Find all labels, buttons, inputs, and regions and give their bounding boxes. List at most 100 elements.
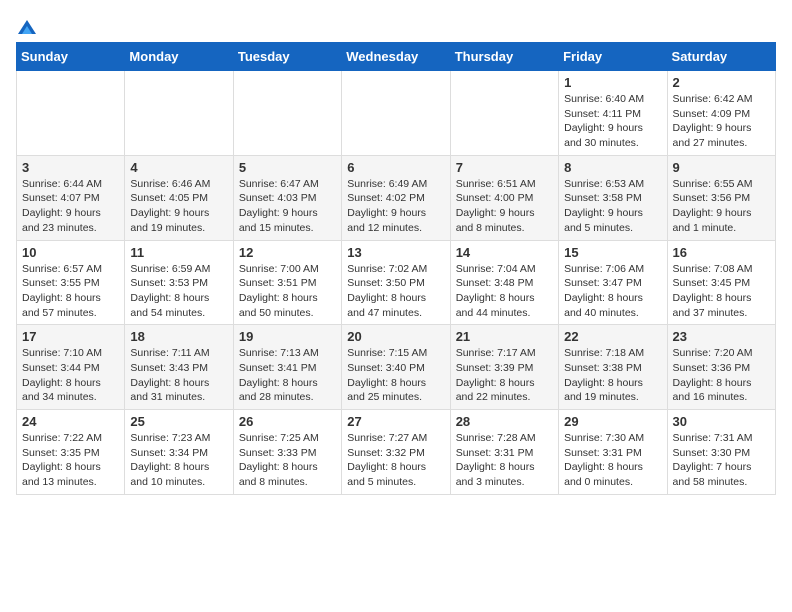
weekday-header-tuesday: Tuesday [233, 43, 341, 71]
calendar-week-5: 24 Sunrise: 7:22 AM Sunset: 3:35 PM Dayli… [17, 410, 776, 495]
calendar-day-13: 13Sunrise: 7:02 AM Sunset: 3:50 PM Dayli… [342, 240, 450, 325]
calendar-day-12: 12 Sunrise: 7:00 AM Sunset: 3:51 PM Dayli… [233, 240, 341, 325]
day-info: Sunrise: 6:40 AM Sunset: 4:11 PM Dayligh… [564, 92, 661, 151]
day-info: Sunrise: 6:49 AM Sunset: 4:02 PM Dayligh… [347, 177, 444, 236]
calendar-day-empty [450, 71, 558, 156]
weekday-header-wednesday: Wednesday [342, 43, 450, 71]
calendar-week-3: 10 Sunrise: 6:57 AM Sunset: 3:55 PM Dayli… [17, 240, 776, 325]
calendar-table: SundayMondayTuesdayWednesdayThursdayFrid… [16, 42, 776, 495]
day-info: Sunrise: 6:57 AM Sunset: 3:55 PM Dayligh… [22, 262, 119, 321]
day-number: 6 [347, 160, 444, 175]
day-info: Sunrise: 7:17 AM Sunset: 3:39 PM Dayligh… [456, 346, 553, 405]
calendar-day-7: 7 Sunrise: 6:51 AM Sunset: 4:00 PM Daylig… [450, 155, 558, 240]
day-info: Sunrise: 7:06 AM Sunset: 3:47 PM Dayligh… [564, 262, 661, 321]
calendar-day-3: 3 Sunrise: 6:44 AM Sunset: 4:07 PM Daylig… [17, 155, 125, 240]
day-info: Sunrise: 7:28 AM Sunset: 3:31 PM Dayligh… [456, 431, 553, 490]
calendar-day-25: 25Sunrise: 7:23 AM Sunset: 3:34 PM Dayli… [125, 410, 233, 495]
weekday-header-row: SundayMondayTuesdayWednesdayThursdayFrid… [17, 43, 776, 71]
day-info: Sunrise: 7:30 AM Sunset: 3:31 PM Dayligh… [564, 431, 661, 490]
day-number: 1 [564, 75, 661, 90]
calendar-day-5: 5Sunrise: 6:47 AM Sunset: 4:03 PM Daylig… [233, 155, 341, 240]
day-info: Sunrise: 7:20 AM Sunset: 3:36 PM Dayligh… [673, 346, 770, 405]
calendar-day-22: 22 Sunrise: 7:18 AM Sunset: 3:38 PM Dayli… [559, 325, 667, 410]
calendar-day-1: 1 Sunrise: 6:40 AM Sunset: 4:11 PM Daylig… [559, 71, 667, 156]
day-number: 8 [564, 160, 661, 175]
calendar-day-28: 28 Sunrise: 7:28 AM Sunset: 3:31 PM Dayli… [450, 410, 558, 495]
day-number: 23 [673, 329, 770, 344]
day-number: 24 [22, 414, 119, 429]
day-info: Sunrise: 7:31 AM Sunset: 3:30 PM Dayligh… [673, 431, 770, 490]
day-info: Sunrise: 6:44 AM Sunset: 4:07 PM Dayligh… [22, 177, 119, 236]
day-number: 21 [456, 329, 553, 344]
day-number: 29 [564, 414, 661, 429]
day-number: 15 [564, 245, 661, 260]
day-info: Sunrise: 7:10 AM Sunset: 3:44 PM Dayligh… [22, 346, 119, 405]
day-number: 25 [130, 414, 227, 429]
day-info: Sunrise: 7:25 AM Sunset: 3:33 PM Dayligh… [239, 431, 336, 490]
weekday-header-friday: Friday [559, 43, 667, 71]
calendar-day-18: 18Sunrise: 7:11 AM Sunset: 3:43 PM Dayli… [125, 325, 233, 410]
day-number: 30 [673, 414, 770, 429]
day-number: 17 [22, 329, 119, 344]
calendar-day-27: 27 Sunrise: 7:27 AM Sunset: 3:32 PM Dayli… [342, 410, 450, 495]
day-number: 14 [456, 245, 553, 260]
day-info: Sunrise: 7:13 AM Sunset: 3:41 PM Dayligh… [239, 346, 336, 405]
day-info: Sunrise: 6:51 AM Sunset: 4:00 PM Dayligh… [456, 177, 553, 236]
day-info: Sunrise: 7:00 AM Sunset: 3:51 PM Dayligh… [239, 262, 336, 321]
calendar-day-empty [125, 71, 233, 156]
day-number: 7 [456, 160, 553, 175]
weekday-header-thursday: Thursday [450, 43, 558, 71]
day-info: Sunrise: 7:04 AM Sunset: 3:48 PM Dayligh… [456, 262, 553, 321]
day-number: 26 [239, 414, 336, 429]
calendar-day-17: 17 Sunrise: 7:10 AM Sunset: 3:44 PM Dayli… [17, 325, 125, 410]
calendar-day-21: 21 Sunrise: 7:17 AM Sunset: 3:39 PM Dayli… [450, 325, 558, 410]
day-info: Sunrise: 6:55 AM Sunset: 3:56 PM Dayligh… [673, 177, 770, 236]
day-number: 5 [239, 160, 336, 175]
day-number: 12 [239, 245, 336, 260]
day-number: 4 [130, 160, 227, 175]
calendar-day-23: 23 Sunrise: 7:20 AM Sunset: 3:36 PM Dayli… [667, 325, 775, 410]
day-info: Sunrise: 7:22 AM Sunset: 3:35 PM Dayligh… [22, 431, 119, 490]
calendar-day-24: 24 Sunrise: 7:22 AM Sunset: 3:35 PM Dayli… [17, 410, 125, 495]
day-number: 28 [456, 414, 553, 429]
weekday-header-saturday: Saturday [667, 43, 775, 71]
calendar-day-empty [17, 71, 125, 156]
day-number: 19 [239, 329, 336, 344]
day-info: Sunrise: 7:11 AM Sunset: 3:43 PM Dayligh… [130, 346, 227, 405]
calendar-day-15: 15 Sunrise: 7:06 AM Sunset: 3:47 PM Dayli… [559, 240, 667, 325]
weekday-header-monday: Monday [125, 43, 233, 71]
day-number: 11 [130, 245, 227, 260]
day-number: 27 [347, 414, 444, 429]
day-number: 3 [22, 160, 119, 175]
logo [16, 20, 36, 34]
calendar-day-26: 26 Sunrise: 7:25 AM Sunset: 3:33 PM Dayli… [233, 410, 341, 495]
day-info: Sunrise: 6:59 AM Sunset: 3:53 PM Dayligh… [130, 262, 227, 321]
calendar-body: 1 Sunrise: 6:40 AM Sunset: 4:11 PM Daylig… [17, 71, 776, 495]
header [16, 16, 776, 34]
calendar-day-6: 6 Sunrise: 6:49 AM Sunset: 4:02 PM Daylig… [342, 155, 450, 240]
calendar-day-29: 29 Sunrise: 7:30 AM Sunset: 3:31 PM Dayli… [559, 410, 667, 495]
calendar-day-2: 2 Sunrise: 6:42 AM Sunset: 4:09 PM Daylig… [667, 71, 775, 156]
day-info: Sunrise: 7:08 AM Sunset: 3:45 PM Dayligh… [673, 262, 770, 321]
calendar-day-empty [342, 71, 450, 156]
day-number: 22 [564, 329, 661, 344]
calendar-week-1: 1 Sunrise: 6:40 AM Sunset: 4:11 PM Daylig… [17, 71, 776, 156]
day-number: 16 [673, 245, 770, 260]
day-number: 2 [673, 75, 770, 90]
calendar-day-empty [233, 71, 341, 156]
day-info: Sunrise: 7:18 AM Sunset: 3:38 PM Dayligh… [564, 346, 661, 405]
calendar-header: SundayMondayTuesdayWednesdayThursdayFrid… [17, 43, 776, 71]
day-info: Sunrise: 7:27 AM Sunset: 3:32 PM Dayligh… [347, 431, 444, 490]
day-info: Sunrise: 6:42 AM Sunset: 4:09 PM Dayligh… [673, 92, 770, 151]
calendar-day-4: 4Sunrise: 6:46 AM Sunset: 4:05 PM Daylig… [125, 155, 233, 240]
calendar-day-19: 19 Sunrise: 7:13 AM Sunset: 3:41 PM Dayli… [233, 325, 341, 410]
calendar-day-8: 8 Sunrise: 6:53 AM Sunset: 3:58 PM Daylig… [559, 155, 667, 240]
calendar-day-14: 14 Sunrise: 7:04 AM Sunset: 3:48 PM Dayli… [450, 240, 558, 325]
calendar-week-2: 3 Sunrise: 6:44 AM Sunset: 4:07 PM Daylig… [17, 155, 776, 240]
day-number: 10 [22, 245, 119, 260]
day-number: 13 [347, 245, 444, 260]
day-info: Sunrise: 6:53 AM Sunset: 3:58 PM Dayligh… [564, 177, 661, 236]
calendar-week-4: 17 Sunrise: 7:10 AM Sunset: 3:44 PM Dayli… [17, 325, 776, 410]
calendar-day-16: 16 Sunrise: 7:08 AM Sunset: 3:45 PM Dayli… [667, 240, 775, 325]
day-info: Sunrise: 7:15 AM Sunset: 3:40 PM Dayligh… [347, 346, 444, 405]
